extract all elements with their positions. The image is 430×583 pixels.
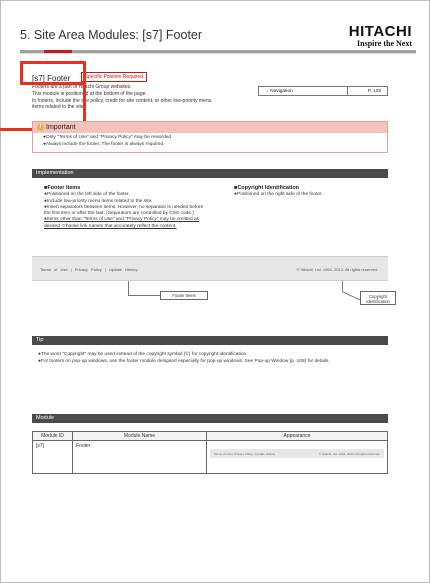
appearance-preview: Terms of Use | Privacy Policy | Update H… [210,449,384,458]
table-row: [s7] Footer Terms of Use | Privacy Polic… [32,440,388,474]
module-table: Module ID Module Name Appearance [s7] Fo… [32,431,388,474]
copyright-title: ■Copyright Identification [234,185,300,191]
footer-items-column: ■Footer Items ●Positioned on the left si… [44,185,203,230]
footer-items-note: ●Items other than "Terms of Use" and "Pr… [44,217,200,223]
copyright-callout-line: Identification [366,299,390,304]
column-header: Module Name [72,431,207,441]
navigation-link[interactable]: → Navigation [264,89,293,94]
footer-example-copyright: © Hitachi, Ltd. 1994, 2014. All rights r… [296,267,378,272]
footer-example: Terms of Use | Privacy Policy | Update H… [32,256,388,281]
tip-body: ●The word "Copyright" may be used instea… [38,351,330,365]
module-id-cell: [s7] [32,440,73,474]
implementation-bar: Implementation [32,169,388,178]
footer-example-links: Terms of Use | Privacy Policy | Update H… [40,267,138,272]
appearance-cell: Terms of Use | Privacy Policy | Update H… [206,440,388,474]
important-heading: Important [46,124,76,131]
callout-leader [342,281,343,291]
hitachi-logo: HITACHI Inspire the Next [349,24,412,48]
callout-leader [128,281,129,295]
intro-line: This module is positioned at the bottom … [32,90,147,97]
intro-line: Footers are a part of Hitachi Group webs… [32,84,132,90]
module-name-cell: Footer [72,440,207,474]
footer-items-title: ■Footer Items [44,185,81,191]
navigation-page-number: P. 128 [367,89,381,94]
page-title: 5. Site Area Modules: [s7] Footer [20,28,203,42]
important-item: ●Always include the footer. The footer i… [43,141,165,147]
callout-leader [128,295,160,296]
logo-wordmark: HITACHI [348,23,412,40]
footer-items-callout: Footer Items [160,291,208,300]
warning-icon: ! [37,123,44,131]
nav-divider [347,87,348,96]
preview-copyright: © Hitachi, Ltd. 1994, 2014. All rights r… [318,452,380,456]
page-header: 5. Site Area Modules: [s7] Footer HITACH… [20,24,416,50]
table-header-row: Module ID Module Name Appearance [32,431,388,441]
intro-line: In footers, include the site policy, cre… [32,97,212,104]
footer-items-note: desired. Choose link names that accurate… [44,223,177,229]
column-header: Appearance [206,431,388,441]
section-intro: Footers are a part of Hitachi Group webs… [32,84,242,111]
important-header: ! Important [33,122,387,133]
important-body: ●Only "Terms of Use" and "Privacy Policy… [33,133,387,150]
column-header: Module ID [32,431,73,441]
copyright-column: ■Copyright Identification ●Positioned on… [234,185,323,199]
position-badge: Specific Position Required [80,71,148,82]
important-panel: ! Important ●Only "Terms of Use" and "Pri… [32,121,388,153]
header-rule-shadow [20,53,416,54]
tip-line: ●The word "Copyright" may be used instea… [38,352,248,357]
callout-leader [341,291,361,301]
copyright-line: ●Positioned on the right side of the foo… [234,192,323,198]
highlight-box [20,61,86,85]
intro-line: items related to the site. [32,104,86,111]
navigation-reference[interactable]: → Navigation P. 128 [258,86,388,96]
copyright-callout: Copyright Identification [360,291,396,305]
tip-line: ●For footers on pop-up windows, use the … [38,359,330,364]
logo-tagline: Inspire the Next [357,39,412,48]
module-bar: Module [32,414,388,423]
tip-bar: Tip [32,336,388,345]
preview-links: Terms of Use | Privacy Policy | Update H… [214,452,276,456]
